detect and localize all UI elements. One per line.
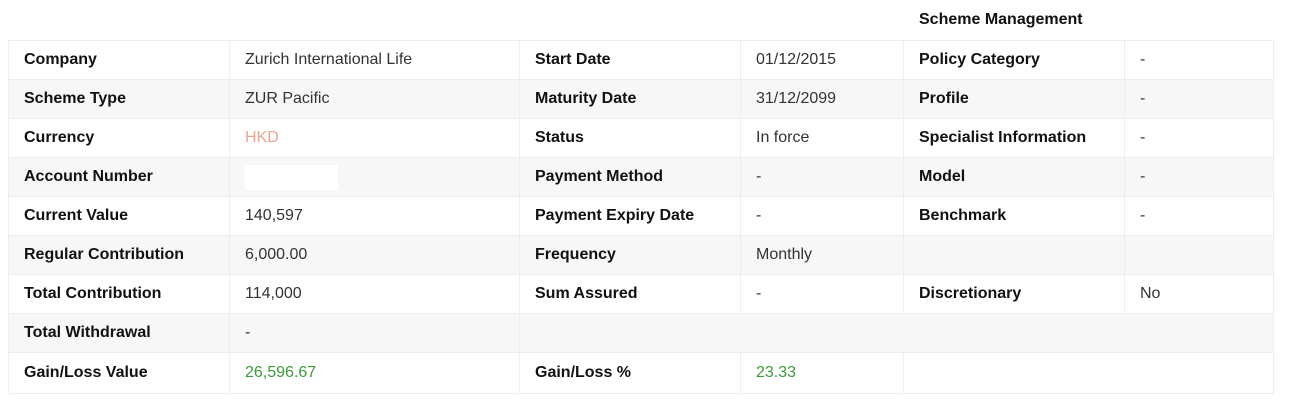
start-date-value: 01/12/2015 — [740, 40, 904, 80]
specialist-information-label: Specialist Information — [903, 118, 1125, 158]
table-row-current-value: Current Value 140,597 Payment Expiry Dat… — [8, 196, 1274, 236]
benchmark-value: - — [1124, 196, 1274, 236]
discretionary-value: No — [1124, 274, 1274, 314]
policy-category-label: Policy Category — [903, 40, 1125, 80]
sum-assured-value: - — [740, 274, 904, 314]
scheme-type-label: Scheme Type — [8, 79, 230, 119]
profile-value: - — [1124, 79, 1274, 119]
frequency-value: Monthly — [740, 235, 904, 275]
empty-span-cell — [519, 313, 1274, 353]
sum-assured-label: Sum Assured — [519, 274, 741, 314]
currency-label: Currency — [8, 118, 230, 158]
empty-label-cell — [903, 235, 1125, 275]
table-row-total-contribution: Total Contribution 114,000 Sum Assured -… — [8, 274, 1274, 314]
maturity-date-value: 31/12/2099 — [740, 79, 904, 119]
regular-contribution-label: Regular Contribution — [8, 235, 230, 275]
payment-method-label: Payment Method — [519, 157, 741, 197]
empty-value-cell — [1124, 235, 1274, 275]
currency-value: HKD — [229, 118, 520, 158]
company-value: Zurich International Life — [229, 40, 520, 80]
policy-details-table: Company Zurich International Life Start … — [8, 40, 1274, 394]
regular-contribution-value: 6,000.00 — [229, 235, 520, 275]
total-contribution-value: 114,000 — [229, 274, 520, 314]
current-value-value: 140,597 — [229, 196, 520, 236]
start-date-label: Start Date — [519, 40, 741, 80]
total-withdrawal-value: - — [229, 313, 520, 353]
status-value: In force — [740, 118, 904, 158]
table-row-scheme-type: Scheme Type ZUR Pacific Maturity Date 31… — [8, 79, 1274, 119]
empty-span-cell — [903, 352, 1274, 394]
gain-loss-percent-label: Gain/Loss % — [519, 352, 741, 394]
total-withdrawal-label: Total Withdrawal — [8, 313, 230, 353]
payment-expiry-date-value: - — [740, 196, 904, 236]
table-row-gain-loss: Gain/Loss Value 26,596.67 Gain/Loss % 23… — [8, 352, 1274, 394]
total-contribution-label: Total Contribution — [8, 274, 230, 314]
status-label: Status — [519, 118, 741, 158]
model-value: - — [1124, 157, 1274, 197]
gain-loss-value-value: 26,596.67 — [229, 352, 520, 394]
model-label: Model — [903, 157, 1125, 197]
current-value-label: Current Value — [8, 196, 230, 236]
table-row-company: Company Zurich International Life Start … — [8, 40, 1274, 80]
frequency-label: Frequency — [519, 235, 741, 275]
profile-label: Profile — [903, 79, 1125, 119]
specialist-information-value: - — [1124, 118, 1274, 158]
scheme-management-heading: Scheme Management — [919, 11, 1083, 28]
gain-loss-percent-value: 23.33 — [740, 352, 904, 394]
table-row-total-withdrawal: Total Withdrawal - — [8, 313, 1274, 353]
account-number-masked — [245, 164, 338, 190]
payment-expiry-date-label: Payment Expiry Date — [519, 196, 741, 236]
policy-category-value: - — [1124, 40, 1274, 80]
account-number-label: Account Number — [8, 157, 230, 197]
payment-method-value: - — [740, 157, 904, 197]
gain-loss-value-label: Gain/Loss Value — [8, 352, 230, 394]
table-row-account-number: Account Number Payment Method - Model - — [8, 157, 1274, 197]
company-label: Company — [8, 40, 230, 80]
scheme-type-value: ZUR Pacific — [229, 79, 520, 119]
discretionary-label: Discretionary — [903, 274, 1125, 314]
account-number-value — [229, 157, 520, 197]
maturity-date-label: Maturity Date — [519, 79, 741, 119]
table-row-currency: Currency HKD Status In force Specialist … — [8, 118, 1274, 158]
table-row-regular-contribution: Regular Contribution 6,000.00 Frequency … — [8, 235, 1274, 275]
benchmark-label: Benchmark — [903, 196, 1125, 236]
